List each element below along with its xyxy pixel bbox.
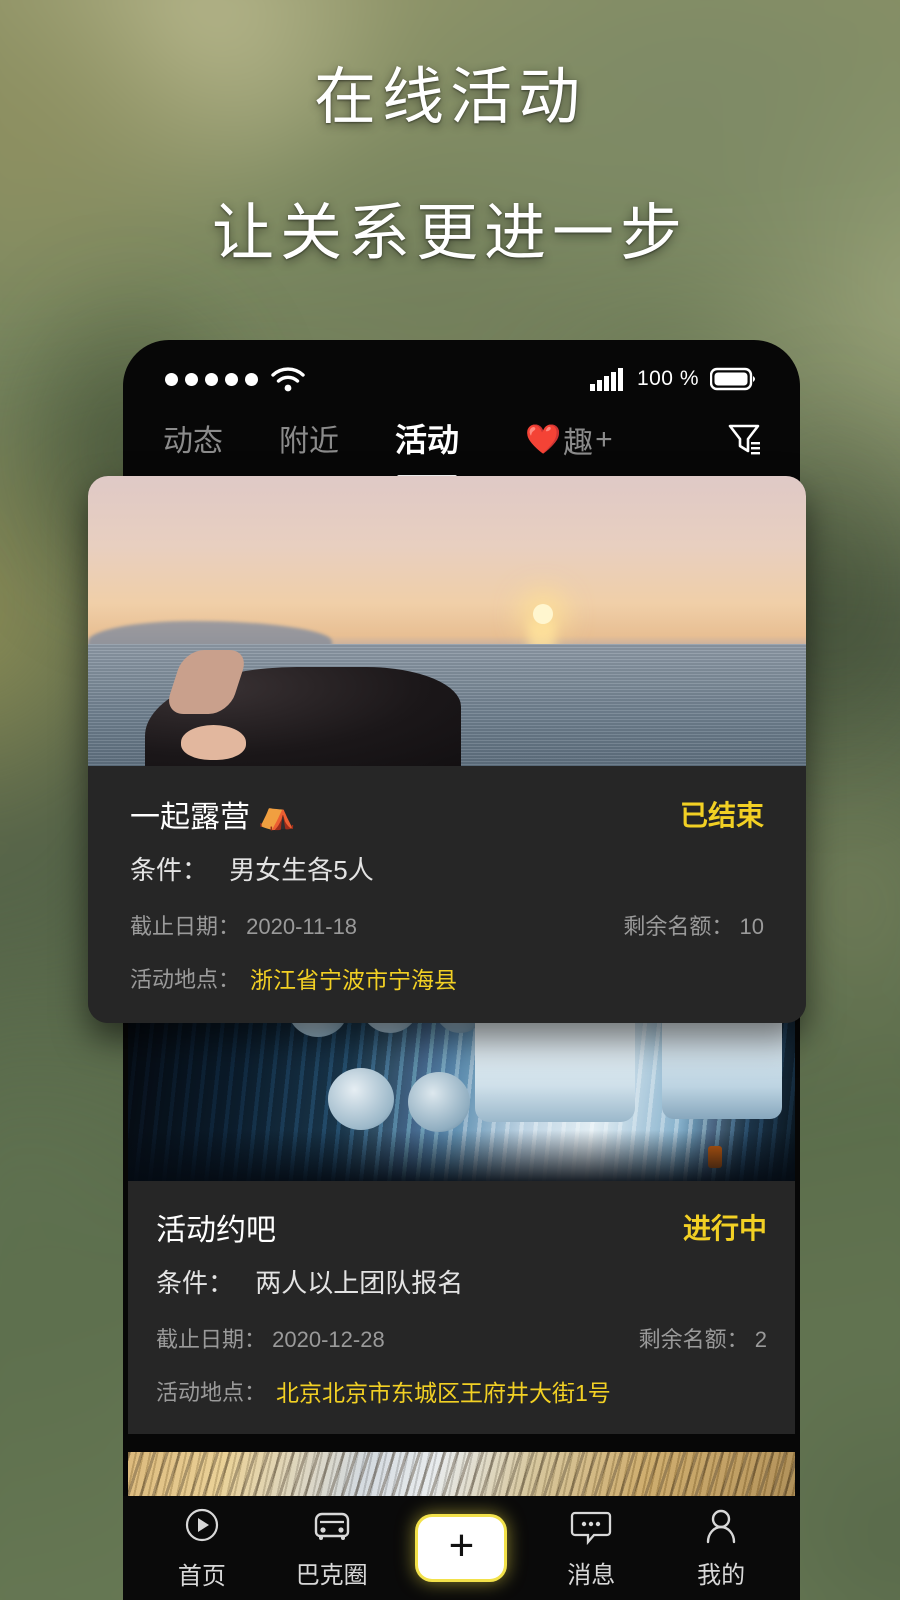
card-title-row: 活动约吧 进行中 (156, 1205, 767, 1249)
location-label: 活动地点： (130, 967, 241, 992)
card-title: 活动约吧 (156, 1214, 276, 1247)
tent-icon: ⛺ (258, 797, 296, 831)
card-condition-row: 条件： 男女生各5人 (130, 850, 764, 887)
machine-light (707, 1146, 722, 1169)
top-tab-bar: 动态 附近 活动 ❤️ 趣 + (123, 402, 800, 479)
location-label: 活动地点： (156, 1380, 267, 1405)
activity-card-2-info: 活动约吧 进行中 条件： 两人以上团队报名 截止日期： 2020-12-28 剩… (128, 1181, 795, 1434)
tab-fun-plus-sign: + (595, 423, 613, 456)
person-face (181, 725, 246, 761)
nav-label-profile: 我的 (697, 1562, 746, 1589)
deadline-value: 2020-11-18 (246, 914, 358, 939)
paper-roll (661, 1010, 782, 1119)
roller (328, 1068, 395, 1131)
activity-card-2[interactable]: 活动约吧 进行中 条件： 两人以上团队报名 截止日期： 2020-12-28 剩… (128, 968, 795, 1434)
remaining-label: 剩余名额： (623, 914, 734, 939)
nav-item-home[interactable]: 首页 (142, 1505, 262, 1591)
battery-percent-label: 100 % (636, 367, 699, 390)
card-title-row: 一起露营 ⛺ 已结束 (130, 792, 764, 836)
carrier-dots-icon (165, 372, 258, 386)
roller (408, 1072, 471, 1133)
condition-label: 条件： (156, 1268, 235, 1298)
card-deadline-row: 截止日期： 2020-11-18 剩余名额： 10 (130, 909, 764, 941)
car-icon (314, 1512, 349, 1540)
remaining-group: 剩余名额： 2 (639, 1322, 767, 1354)
add-button[interactable]: + (418, 1517, 505, 1579)
status-bar: 100 % (123, 340, 800, 402)
condition-value: 男女生各5人 (229, 855, 374, 885)
remaining-value: 2 (754, 1327, 767, 1352)
sun (533, 603, 554, 624)
location-value[interactable]: 浙江省宁波市宁海县 (250, 961, 457, 995)
chat-bubble-icon (571, 1511, 612, 1546)
filter-button[interactable] (724, 418, 764, 463)
headline-line-2: 让关系更进一步 (211, 199, 688, 268)
activity-card-3[interactable] (128, 1452, 795, 1496)
wifi-icon (271, 367, 305, 392)
headline-line-1: 在线活动 (313, 63, 586, 132)
remaining-group: 剩余名额： 10 (623, 909, 764, 941)
card-location-row: 活动地点： 北京北京市东城区王府井大街1号 (156, 1374, 767, 1408)
filter-funnel-icon (728, 424, 760, 454)
card-title-text: 一起露营 (130, 801, 250, 834)
deadline-label: 截止日期： (156, 1327, 267, 1352)
nav-label-messages: 消息 (567, 1562, 616, 1589)
status-badge: 进行中 (682, 1213, 767, 1244)
card-condition-row: 条件： 两人以上团队报名 (156, 1263, 767, 1300)
signal-bars-icon (589, 368, 623, 391)
heart-icon: ❤️ (525, 423, 562, 456)
condition-value: 两人以上团队报名 (255, 1268, 464, 1298)
nav-item-profile[interactable]: 我的 (661, 1506, 781, 1590)
play-circle-icon (185, 1508, 218, 1542)
nav-label-bakequan: 巴克圈 (295, 1562, 368, 1589)
bottom-navigation-bar: 首页 巴克圈 + 消息 我的 (123, 1496, 800, 1600)
status-bar-right: 100 % (589, 366, 758, 392)
activity-card-1[interactable]: 一起露营 ⛺ 已结束 条件： 男女生各5人 截止日期： 2020-11-18 剩… (88, 476, 806, 1023)
activity-card-1-info: 一起露营 ⛺ 已结束 条件： 男女生各5人 截止日期： 2020-11-18 剩… (88, 766, 806, 1023)
tab-fujin[interactable]: 附近 (279, 416, 339, 464)
remaining-value: 10 (739, 914, 764, 939)
battery-full-icon (710, 367, 755, 391)
golden-sand-photo (128, 1452, 795, 1496)
card-deadline-row: 截止日期： 2020-12-28 剩余名额： 2 (156, 1322, 767, 1354)
condition-label: 条件： (130, 855, 209, 885)
location-value[interactable]: 北京北京市东城区王府井大街1号 (276, 1374, 611, 1408)
tab-fun-plus[interactable]: ❤️ 趣 + (525, 418, 613, 462)
deadline-group: 截止日期： 2020-12-28 (156, 1322, 385, 1354)
deadline-group: 截止日期： 2020-11-18 (130, 909, 357, 941)
nav-item-add[interactable]: + (401, 1517, 521, 1579)
card-location-row: 活动地点： 浙江省宁波市宁海县 (130, 961, 764, 995)
deadline-label: 截止日期： (130, 914, 241, 939)
remaining-label: 剩余名额： (638, 1327, 749, 1352)
tab-huodong[interactable]: 活动 (395, 415, 459, 479)
tab-dongtai[interactable]: 动态 (163, 416, 223, 464)
deadline-value: 2020-12-28 (272, 1327, 385, 1352)
nav-item-bakequan[interactable]: 巴克圈 (272, 1506, 392, 1590)
status-badge: 已结束 (679, 800, 764, 831)
nav-label-home: 首页 (177, 1563, 226, 1590)
ocean-sunset-photo (88, 476, 806, 766)
plus-icon: + (448, 1521, 475, 1570)
tab-fun-label: 趣 (563, 427, 594, 460)
status-bar-left (165, 366, 305, 392)
person-icon (706, 1509, 736, 1544)
nav-item-messages[interactable]: 消息 (531, 1506, 651, 1590)
card-title: 一起露营 ⛺ (130, 792, 295, 836)
